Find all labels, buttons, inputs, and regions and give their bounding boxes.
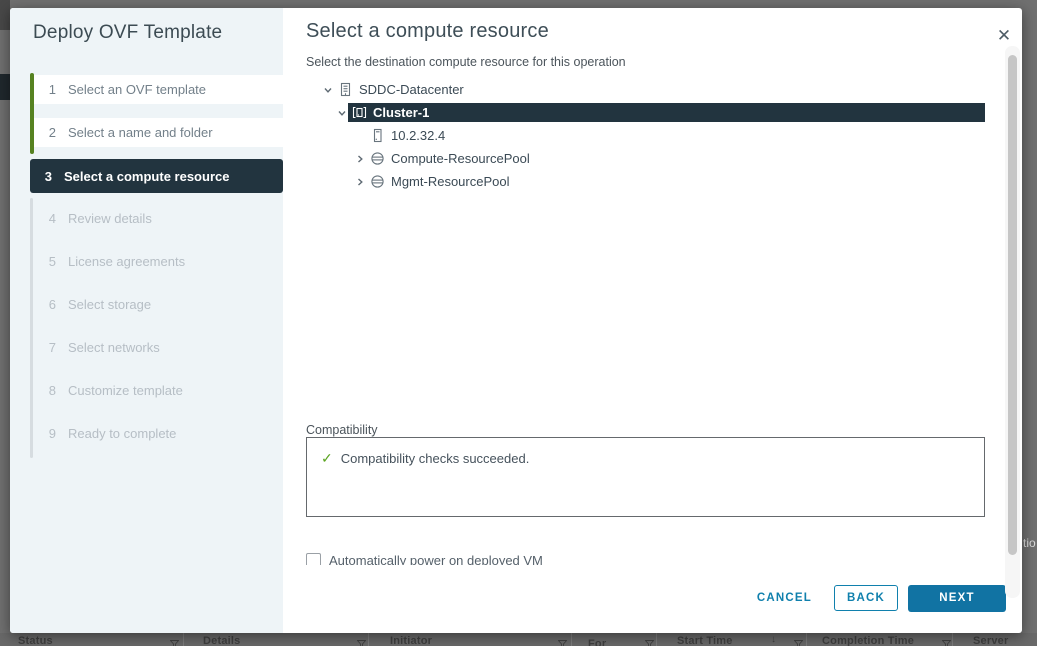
tasks-column-initiator: Initiator — [390, 635, 432, 646]
column-divider — [952, 633, 953, 646]
filter-icon — [170, 636, 179, 646]
wizard-step-9: 9 Ready to complete — [34, 419, 283, 448]
filter-icon — [645, 636, 654, 646]
tasks-column-status: Status — [18, 635, 53, 646]
back-button[interactable]: BACK — [834, 585, 898, 611]
chevron-right-icon[interactable] — [354, 153, 366, 165]
tree-item-label: SDDC-Datacenter — [359, 82, 464, 97]
cluster-icon — [352, 105, 367, 120]
step-label: Select a name and folder — [68, 125, 213, 140]
tree-item-mgmt-resourcepool[interactable]: Mgmt-ResourcePool — [306, 170, 985, 193]
column-divider — [571, 633, 572, 646]
step-number: 3 — [42, 169, 52, 184]
chevron-right-icon[interactable] — [354, 176, 366, 188]
step-number: 1 — [46, 82, 56, 97]
next-button[interactable]: NEXT — [908, 585, 1006, 612]
wizard-step-3: 3 Select a compute resource — [30, 159, 283, 193]
compatibility-label: Compatibility — [306, 423, 378, 437]
pending-steps-rail — [30, 198, 33, 458]
power-on-checkbox-label: Automatically power on deployed VM — [329, 553, 543, 565]
wizard-step-5: 5 License agreements — [34, 247, 283, 276]
wizard-step-6: 6 Select storage — [34, 290, 283, 319]
chevron-spacer — [354, 130, 366, 142]
wizard-step-8: 8 Customize template — [34, 376, 283, 405]
wizard-step-4: 4 Review details — [34, 204, 283, 233]
deploy-ovf-template-dialog: Deploy OVF Template 1 Select an OVF templ… — [10, 8, 1022, 633]
scrollbar-thumb[interactable] — [1008, 55, 1017, 555]
tasks-column-completion-time: Completion Time — [822, 635, 914, 646]
cancel-button[interactable]: CANCEL — [757, 592, 812, 604]
step-label: Ready to complete — [68, 426, 176, 441]
step-label: Select a compute resource — [64, 169, 229, 184]
tree-item-cluster-1[interactable]: Cluster-1 — [306, 101, 985, 124]
compatibility-box: ✓ Compatibility checks succeeded. — [306, 437, 985, 517]
compatibility-status: Compatibility checks succeeded. — [341, 451, 530, 466]
vertical-scrollbar[interactable] — [1005, 46, 1020, 598]
tree-item-highlight[interactable]: Mgmt-ResourcePool — [366, 172, 985, 191]
tasks-column-server: Server — [973, 635, 1008, 646]
close-icon[interactable]: ✕ — [992, 24, 1016, 48]
tree-item-compute-resourcepool[interactable]: Compute-ResourcePool — [306, 147, 985, 170]
tree-item-highlight[interactable]: SDDC-Datacenter — [334, 80, 985, 99]
wizard-step-2[interactable]: 2 Select a name and folder — [34, 118, 283, 147]
tasks-column-for: For — [588, 638, 606, 646]
step-number: 6 — [46, 297, 56, 312]
filter-icon — [942, 636, 951, 646]
step-label: Select storage — [68, 297, 151, 312]
page-title: Select a compute resource — [306, 20, 549, 43]
chevron-down-icon[interactable] — [322, 84, 334, 96]
wizard-step-7: 7 Select networks — [34, 333, 283, 362]
sort-descending-icon: ↓ — [771, 634, 776, 645]
filter-icon — [558, 636, 567, 646]
step-number: 8 — [46, 383, 56, 398]
column-divider — [183, 633, 184, 646]
step-label: Review details — [68, 211, 152, 226]
wizard-step-1[interactable]: 1 Select an OVF template — [34, 75, 283, 104]
tree-item-label: Compute-ResourcePool — [391, 151, 530, 166]
tasks-column-details: Details — [203, 635, 240, 646]
tree-item-label: 10.2.32.4 — [391, 128, 445, 143]
tasks-column-start-time: Start Time — [677, 635, 733, 646]
tree-item-label: Cluster-1 — [373, 105, 429, 120]
wizard-footer: CANCEL BACK NEXT — [757, 584, 1006, 612]
clipped-checkbox-row: Automatically power on deployed VM — [306, 553, 726, 565]
datacenter-icon — [338, 82, 353, 97]
filter-icon — [794, 636, 803, 646]
wizard-sidebar: Deploy OVF Template 1 Select an OVF templ… — [10, 8, 283, 633]
step-number: 9 — [46, 426, 56, 441]
column-divider — [656, 633, 657, 646]
step-label: Select networks — [68, 340, 160, 355]
tree-item-highlight[interactable]: Compute-ResourcePool — [366, 149, 985, 168]
background-nav-patch — [0, 74, 10, 100]
tree-item-sddc-datacenter[interactable]: SDDC-Datacenter — [306, 78, 985, 101]
wizard-steps-list: 1 Select an OVF template 2 Select a name an… — [34, 75, 283, 462]
tree-item-10-2-32-4[interactable]: 10.2.32.4 — [306, 124, 985, 147]
check-icon: ✓ — [321, 450, 333, 467]
tree-item-highlight[interactable]: Cluster-1 — [348, 103, 985, 122]
step-number: 5 — [46, 254, 56, 269]
tree-item-highlight[interactable]: 10.2.32.4 — [366, 126, 985, 145]
background-dark-patch-top — [0, 0, 10, 30]
step-number: 2 — [46, 125, 56, 140]
step-number: 4 — [46, 211, 56, 226]
power-on-checkbox[interactable] — [306, 553, 321, 565]
column-divider — [368, 633, 369, 646]
step-label: Select an OVF template — [68, 82, 206, 97]
resource-pool-icon — [370, 174, 385, 189]
chevron-down-icon[interactable] — [336, 107, 348, 119]
step-label: Customize template — [68, 383, 183, 398]
resource-pool-icon — [370, 151, 385, 166]
compute-resource-tree: SDDC-Datacenter Cluster-1 10.2.32.4 Compute… — [306, 78, 985, 193]
filter-icon — [357, 636, 366, 646]
step-label: License agreements — [68, 254, 185, 269]
dialog-title: Deploy OVF Template — [33, 22, 222, 44]
host-icon — [370, 128, 385, 143]
tree-item-label: Mgmt-ResourcePool — [391, 174, 510, 189]
column-divider — [806, 633, 807, 646]
page-subtitle: Select the destination compute resource … — [306, 55, 626, 69]
step-number: 7 — [46, 340, 56, 355]
recent-tasks-header-row: Status Details Initiator For Start Time Compl… — [0, 633, 1037, 646]
background-partial-text: tio — [1023, 536, 1036, 550]
